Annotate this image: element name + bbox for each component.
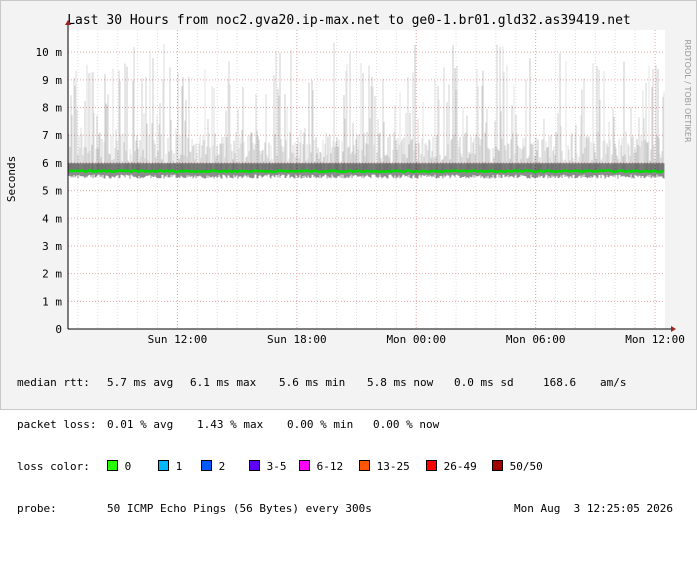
loss-color-swatch <box>492 460 503 471</box>
loss-color-item: 26-49 <box>426 460 477 474</box>
y-tick-label: 2 m <box>42 268 62 281</box>
x-axis-arrow <box>671 326 676 332</box>
loss-color-value: 3-5 <box>260 460 287 473</box>
x-tick-label: Sun 18:00 <box>267 333 327 346</box>
loss-color-swatch <box>201 460 212 471</box>
loss-stats-row: packet loss: 0.01 % avg 1.43 % max 0.00 … <box>17 418 687 432</box>
loss-max: 1.43 % max <box>197 418 264 431</box>
loss-color-swatch <box>249 460 260 471</box>
smokeping-graph: Last 30 Hours from noc2.gva20.ip-max.net… <box>0 0 697 515</box>
loss-min: 0.00 % min <box>287 418 354 431</box>
loss-color-swatch <box>299 460 310 471</box>
loss-color-swatch <box>158 460 169 471</box>
y-tick-label: 3 m <box>42 240 62 253</box>
median-sd: 0.0 ms sd <box>454 376 514 389</box>
loss-color-swatch <box>426 460 437 471</box>
probe-row: probe: 50 ICMP Echo Pings (56 Bytes) eve… <box>17 502 687 516</box>
loss-color-value: 50/50 <box>503 460 543 473</box>
median-label: median rtt: <box>17 376 90 389</box>
y-tick-label: 0 <box>55 323 62 336</box>
y-tick-label: 8 m <box>42 102 62 115</box>
y-tick-label: 7 m <box>42 129 62 142</box>
plot-area <box>68 30 665 329</box>
loss-color-label: loss color: <box>17 460 90 473</box>
x-tick-label: Mon 06:00 <box>506 333 566 346</box>
loss-color-item: 0 <box>107 460 131 474</box>
loss-color-item: 3-5 <box>249 460 287 474</box>
median-avg: 5.7 ms avg <box>107 376 174 389</box>
loss-color-value: 2 <box>212 460 226 473</box>
timestamp: Mon Aug 3 12:25:05 2026 <box>514 502 673 515</box>
y-tick-label: 5 m <box>42 185 62 198</box>
median-max: 6.1 ms max <box>190 376 257 389</box>
probe-text: 50 ICMP Echo Pings (56 Bytes) every 300s <box>107 502 372 515</box>
legend: median rtt: 5.7 ms avg 6.1 ms max 5.6 ms… <box>17 348 687 544</box>
x-tick-label: Mon 12:00 <box>625 333 685 346</box>
y-tick-label: 10 m <box>36 46 63 59</box>
y-tick-label: 1 m <box>42 295 62 308</box>
loss-now: 0.00 % now <box>373 418 440 431</box>
median-unit: am/s <box>600 376 627 389</box>
loss-color-row: loss color: 0 1 2 3-5 6-12 13-25 26-49 5… <box>17 460 687 474</box>
rrdtool-credit: RRDTOOL / TOBI OETIKER <box>683 39 692 142</box>
median-stats-row: median rtt: 5.7 ms avg 6.1 ms max 5.6 ms… <box>17 376 687 390</box>
x-tick-label: Mon 00:00 <box>386 333 446 346</box>
loss-color-swatch <box>107 460 118 471</box>
x-tick-label: Sun 12:00 <box>148 333 208 346</box>
loss-color-item: 2 <box>201 460 225 474</box>
y-tick-label: 9 m <box>42 74 62 87</box>
loss-color-item: 1 <box>158 460 182 474</box>
median-rtt-line <box>68 168 664 174</box>
loss-avg: 0.01 % avg <box>107 418 174 431</box>
probe-label: probe: <box>17 502 57 515</box>
median-min: 5.6 ms min <box>279 376 346 389</box>
loss-label: packet loss: <box>17 418 97 431</box>
median-amss: 168.6 <box>543 376 577 389</box>
loss-color-item: 6-12 <box>299 460 343 474</box>
median-now: 5.8 ms now <box>367 376 434 389</box>
loss-color-value: 0 <box>118 460 132 473</box>
y-tick-label: 6 m <box>42 157 62 170</box>
loss-color-swatch <box>359 460 370 471</box>
loss-color-value: 6-12 <box>310 460 344 473</box>
y-axis-label: Seconds <box>5 156 18 202</box>
latency-chart: Last 30 Hours from noc2.gva20.ip-max.net… <box>5 13 692 346</box>
chart-title: Last 30 Hours from noc2.gva20.ip-max.net… <box>67 13 631 28</box>
median-line <box>68 168 664 174</box>
y-tick-label: 4 m <box>42 212 62 225</box>
loss-color-value: 1 <box>169 460 183 473</box>
loss-color-item: 13-25 <box>359 460 410 474</box>
loss-color-item: 50/50 <box>492 460 543 474</box>
loss-color-value: 26-49 <box>437 460 477 473</box>
loss-color-value: 13-25 <box>370 460 410 473</box>
